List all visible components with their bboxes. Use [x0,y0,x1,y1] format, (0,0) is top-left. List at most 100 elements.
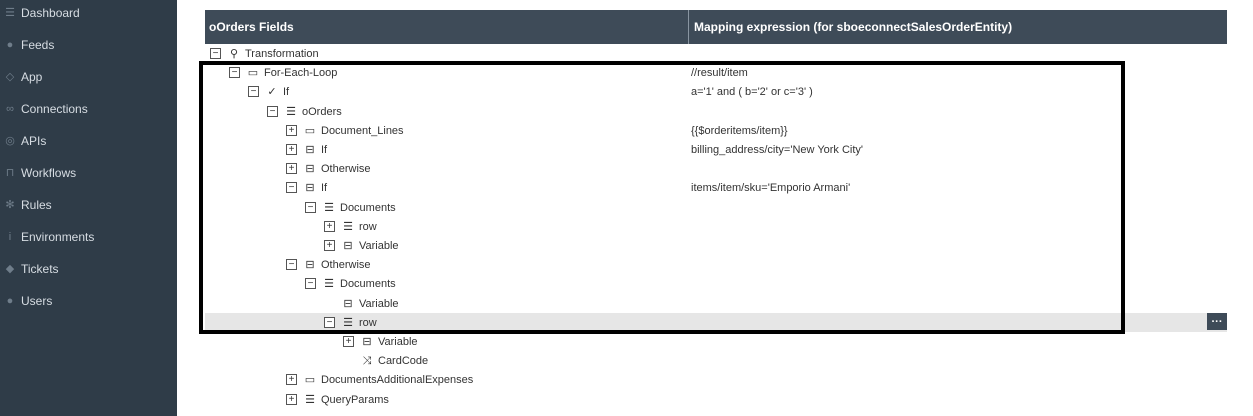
pin-icon: ⚲ [229,47,239,60]
drive-icon: ⊟ [305,258,315,271]
sidebar-item-environments[interactable]: i Environments [0,225,177,249]
comments-icon: ● [6,39,14,51]
drive-icon: ⊟ [362,335,372,348]
tree-node: + ☰ QueryParams [286,390,389,409]
collapse-toggle-icon[interactable]: − [286,259,297,270]
expand-toggle-icon[interactable]: + [286,374,297,385]
tree-node-label: Documents [340,277,396,290]
globe-icon: ◎ [5,135,15,147]
drive-icon: ⊟ [343,297,353,310]
tree-node-label: Variable [378,335,418,348]
tree-row[interactable]: − ⚲ Transformation [205,44,1227,63]
tree-node: − ⊟ Otherwise [286,255,371,274]
sidebar-item-dashboard[interactable]: ☰ Dashboard [0,1,177,25]
sidebar-item-apis[interactable]: ◎ APIs [0,129,177,153]
sidebar-item-label: Connections [21,102,88,116]
tree-node: − ☰ row [324,313,377,332]
tree-node: + ⊟ Variable [343,332,418,351]
collapse-toggle-icon[interactable]: − [286,182,297,193]
tree-node: ⊟ Variable [324,294,398,313]
tree-row[interactable]: − ✓ If a='1' and ( b='2' or c='3' ) [205,82,1227,101]
tree-row[interactable]: ⤨ CardCode [205,351,1227,370]
tree-row[interactable]: − ☰ oOrders [205,102,1227,121]
workflow-icon: ⊓ [5,167,15,179]
tree-node: − ☰ oOrders [267,102,342,121]
tree-node-label: CardCode [378,354,429,367]
expand-toggle-icon[interactable]: + [286,394,297,405]
user-icon: ● [6,295,14,307]
expand-toggle-icon[interactable]: + [286,163,297,174]
link-icon: ∞ [6,103,14,115]
ticket-icon: ◆ [5,263,15,275]
sidebar-item-feeds[interactable]: ● Feeds [0,33,177,57]
tree-row[interactable]: + ⊟ Variable [205,332,1227,351]
mapping-expression[interactable]: {{$orderitems/item}} [691,121,788,140]
grid-header: oOrders Fields Mapping expression (for s… [205,10,1227,44]
table-icon: ☰ [343,220,353,233]
sidebar-item-connections[interactable]: ∞ Connections [0,97,177,121]
column-header-fields[interactable]: oOrders Fields [205,10,689,44]
shuffle-icon: ⤨ [362,354,372,367]
expand-toggle-icon[interactable]: + [324,221,335,232]
tree-row[interactable]: − ▭ For-Each-Loop //result/item [205,63,1227,82]
tree-row[interactable]: − ⊟ If items/item/sku='Emporio Armani' [205,178,1227,197]
mapping-expression[interactable]: items/item/sku='Emporio Armani' [691,178,850,197]
sidebar-item-label: Tickets [21,262,59,276]
expand-toggle-icon[interactable]: + [286,144,297,155]
tree-node-label: Variable [359,239,399,252]
loop-icon: ▭ [304,373,316,386]
collapse-toggle-icon[interactable]: − [248,86,259,97]
table-icon: ☰ [324,277,334,290]
expand-toggle-icon[interactable]: + [286,125,297,136]
drive-icon: ⊟ [305,181,315,194]
tree-row[interactable]: + ☰ row [205,217,1227,236]
tree-row[interactable]: − ☰ Documents [205,274,1227,293]
column-header-mapping[interactable]: Mapping expression (for sboeconnectSales… [690,10,1227,44]
sidebar-item-label: Rules [21,198,52,212]
tree-row[interactable]: + ⊟ Variable [205,236,1227,255]
tree-row[interactable]: + ▭ DocumentsAdditionalExpenses [205,370,1227,389]
tree-node: ⤨ CardCode [343,351,429,370]
sidebar-item-rules[interactable]: ✻ Rules [0,193,177,217]
collapse-toggle-icon[interactable]: − [267,106,278,117]
collapse-toggle-icon[interactable]: − [305,278,316,289]
tree-row[interactable]: − ☰ Documents [205,198,1227,217]
tree-row[interactable]: + ⊟ Otherwise [205,159,1227,178]
sidebar-item-label: Users [21,294,53,308]
collapse-toggle-icon[interactable]: − [210,48,221,59]
tree-node: − ▭ For-Each-Loop [229,63,337,82]
tree-row[interactable]: ⊟ Variable [205,294,1227,313]
tree-row[interactable]: − ⊟ Otherwise [205,255,1227,274]
drive-icon: ⊟ [343,239,353,252]
sidebar-item-tickets[interactable]: ◆ Tickets [0,257,177,281]
sidebar-item-label: Environments [21,230,95,244]
mapping-expression[interactable]: a='1' and ( b='2' or c='3' ) [691,82,813,101]
expand-toggle-icon[interactable]: + [324,240,335,251]
collapse-toggle-icon[interactable]: − [324,317,335,328]
mapping-expression[interactable]: //result/item [691,63,748,82]
tree-node-label: row [359,220,377,233]
column-header-label: Mapping expression (for sboeconnectSales… [694,20,1013,34]
tree-node: − ⊟ If [286,178,327,197]
sidebar-item-workflows[interactable]: ⊓ Workflows [0,161,177,185]
tree-node-label: Otherwise [321,258,371,271]
sidebar-item-label: App [21,70,43,84]
info-icon: i [8,231,12,243]
tree-row[interactable]: + ☰ QueryParams [205,390,1227,409]
more-options-button[interactable]: ··· [1207,313,1227,330]
tree-node: + ⊟ Variable [324,236,399,255]
expand-toggle-icon[interactable]: + [343,336,354,347]
tree-row[interactable]: + ⊟ If billing_address/city='New York City' [205,140,1227,159]
database-icon: ☰ [5,7,15,19]
table-icon: ☰ [305,393,315,406]
mapping-expression[interactable]: billing_address/city='New York City' [691,140,863,159]
sidebar-item-app[interactable]: ◇ App [0,65,177,89]
tag-icon: ◇ [5,71,15,83]
tree-row[interactable]: + ▭ Document_Lines {{$orderitems/item}} [205,121,1227,140]
sidebar-item-users[interactable]: ● Users [0,289,177,313]
collapse-toggle-icon[interactable]: − [229,67,240,78]
tree-row[interactable]: − ☰ row [205,313,1227,332]
collapse-toggle-icon[interactable]: − [305,202,316,213]
tree-node-label: Otherwise [321,162,371,175]
tree-node-label: Document_Lines [321,124,404,137]
